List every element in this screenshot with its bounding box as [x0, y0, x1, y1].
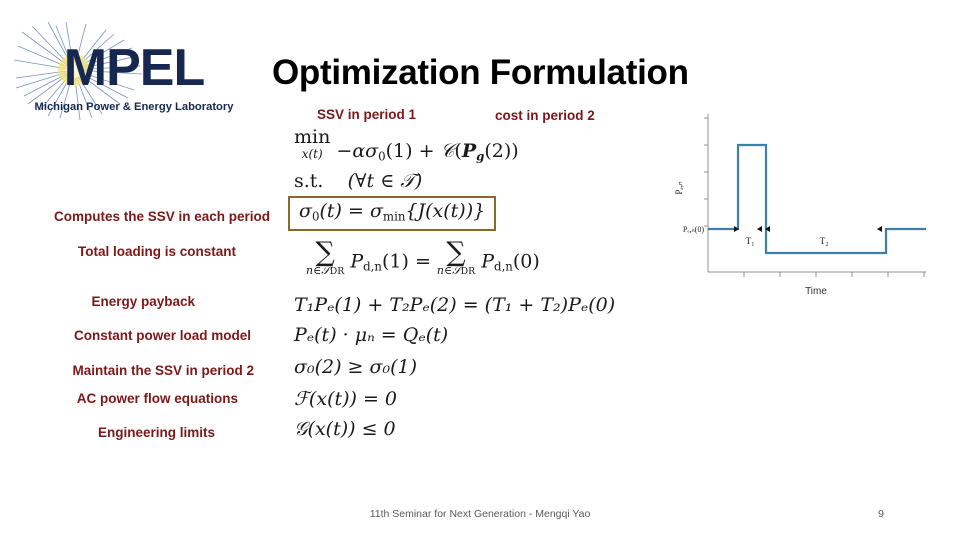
- forall-condition: (∀t ∈ 𝒯): [347, 170, 423, 192]
- mpel-logo-graphic: MPEL Michigan Power & Energy Laboratory: [14, 22, 235, 121]
- sum-rhs-symbol: P: [481, 250, 495, 273]
- min-label: min: [294, 126, 331, 148]
- sum-index-right-set: n∈𝒮: [436, 263, 461, 277]
- subject-to-label: s.t.: [294, 170, 324, 192]
- label-energy-payback: Energy payback: [91, 294, 195, 309]
- load-profile-chart-svg: Pₑ,ₙ(0) Pₑ,ₙ Time T₁ T₂: [674, 114, 926, 297]
- label-engineering-limits: Engineering limits: [97, 425, 215, 440]
- sum-lhs-sub: d,n: [363, 259, 382, 274]
- equation-ssv-definition-boxed: σ0(t) = σmin{J(x(t))}: [288, 196, 497, 232]
- chart-y-ticks: [704, 117, 708, 227]
- callout-cost-period-2: cost in period 2: [495, 108, 595, 123]
- objective-sigma-sub: 0: [378, 149, 386, 164]
- equation-power-flow: ℱ(x(t)) = 0: [294, 388, 398, 410]
- boxed-right: {J(x(t))}: [405, 200, 486, 222]
- boxed-middle: (t) = σ: [319, 200, 383, 222]
- label-total-loading: Total loading is constant: [77, 244, 236, 259]
- sum-index-left-set: n∈𝒮: [306, 263, 330, 277]
- objective-alpha: α: [352, 140, 366, 163]
- cost-function-symbol: 𝒞: [440, 140, 455, 163]
- equation-engineering-limits: 𝒢(x(t)) ≤ 0: [294, 418, 396, 440]
- equation-subject-to: s.t. (∀t ∈ 𝒯): [294, 172, 422, 191]
- chart-annotation-t2: T₂: [819, 237, 828, 247]
- logo-subtitle: Michigan Power & Energy Laboratory: [35, 101, 235, 113]
- chart-annotation-t1: T₁: [745, 237, 754, 247]
- chart-x-ticks: [743, 272, 925, 277]
- equation-ssv-monotone: σ₀(2) ≥ σ₀(1): [294, 356, 417, 378]
- boxed-sigma: σ: [299, 200, 312, 222]
- objective-period-1: (1) +: [385, 140, 435, 163]
- objective-period-2: (2)): [484, 140, 519, 163]
- mpel-logo: MPEL Michigan Power & Energy Laboratory: [14, 22, 254, 124]
- sum-symbol-left: ∑: [315, 237, 335, 268]
- summation-right: ∑ n∈𝒮DR: [437, 237, 475, 276]
- sum-rhs-sub: d,n: [494, 259, 513, 274]
- objective-sigma: σ: [365, 140, 379, 163]
- min-variable: x(t): [301, 147, 323, 161]
- chart-interval-markers: [734, 226, 882, 232]
- equation-power-factor: Pₑ(t) · μₙ = Qₑ(t): [294, 324, 449, 346]
- label-computes-ssv: Computes the SSV in each period: [53, 209, 270, 224]
- sum-index-right: n∈𝒮DR: [437, 265, 475, 276]
- sum-lhs-arg: (1) =: [381, 250, 431, 273]
- sum-rhs-arg: (0): [512, 250, 540, 273]
- min-operator: min x(t): [294, 126, 331, 161]
- boxed-sigma-min-sub: min: [382, 209, 406, 224]
- load-profile-chart: Pₑ,ₙ(0) Pₑ,ₙ Time T₁ T₂: [668, 108, 940, 298]
- page-title: Optimization Formulation: [272, 53, 689, 92]
- logo-acronym: MPEL: [64, 39, 205, 97]
- footer-page-number: 9: [878, 508, 884, 520]
- sum-symbol-right: ∑: [446, 237, 466, 268]
- sum-lhs-symbol: P: [350, 250, 364, 273]
- objective-minus: −: [336, 140, 353, 163]
- sum-index-left: n∈𝒮DR: [306, 265, 344, 276]
- optimization-formulation: min x(t) −ασ0(1) + 𝒞(Pg(2)) s.t. (∀t ∈ 𝒯…: [288, 128, 708, 448]
- generator-power-symbol: P: [461, 140, 477, 163]
- summation-left: ∑ n∈𝒮DR: [306, 237, 344, 276]
- sum-index-right-sub: DR: [460, 265, 476, 277]
- callout-ssv-period-1: SSV in period 1: [317, 107, 417, 122]
- footer-seminar-text: 11th Seminar for Next Generation - Mengq…: [369, 508, 591, 520]
- sum-index-left-sub: DR: [329, 265, 345, 277]
- label-ac-power-flow: AC power flow equations: [76, 391, 238, 406]
- equation-objective: min x(t) −ασ0(1) + 𝒞(Pg(2)): [294, 126, 519, 164]
- label-constant-power-load: Constant power load model: [73, 328, 251, 343]
- label-maintain-ssv: Maintain the SSV in period 2: [72, 363, 254, 378]
- chart-y-tick-label: Pₑ,ₙ(0): [683, 225, 704, 234]
- chart-series-load-profile: [708, 143, 926, 255]
- chart-x-axis-label: Time: [805, 286, 827, 297]
- chart-y-axis-label: Pₑ,ₙ: [674, 181, 684, 195]
- slide-canvas: MPEL Michigan Power & Energy Laboratory …: [0, 0, 960, 540]
- equation-energy-payback: T₁Pₑ(1) + T₂Pₑ(2) = (T₁ + T₂)Pₑ(0): [294, 294, 616, 316]
- equation-total-loading: ∑ n∈𝒮DR Pd,n(1) = ∑ n∈𝒮DR Pd,n(0): [306, 237, 540, 276]
